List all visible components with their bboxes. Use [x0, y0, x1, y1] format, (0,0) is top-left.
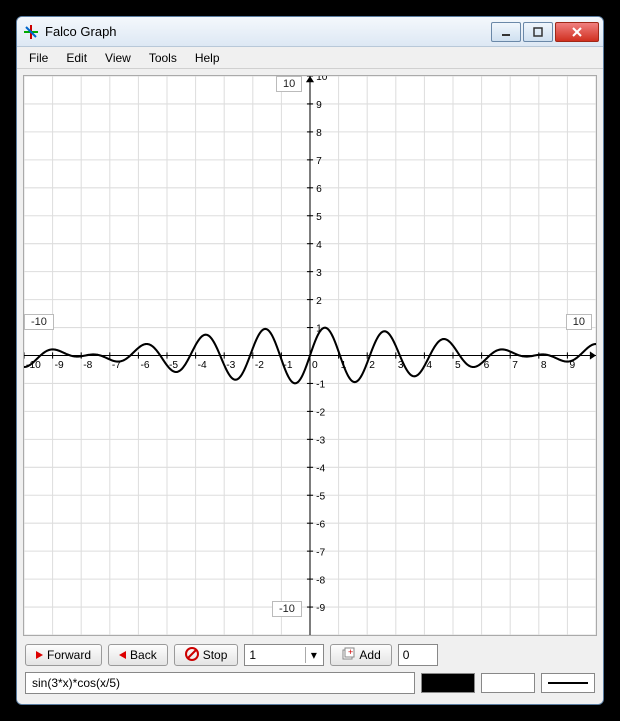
svg-text:-9: -9 [55, 360, 64, 371]
window-title: Falco Graph [45, 24, 489, 39]
arrow-left-icon [119, 651, 126, 659]
svg-text:-1: -1 [316, 380, 325, 391]
arrow-right-icon [36, 651, 43, 659]
menu-tools[interactable]: Tools [141, 49, 185, 67]
stop-icon [185, 647, 199, 664]
menu-file[interactable]: File [21, 49, 56, 67]
svg-text:-7: -7 [316, 547, 325, 558]
svg-text:-4: -4 [316, 463, 325, 474]
svg-text:9: 9 [316, 100, 322, 111]
svg-text:-3: -3 [226, 360, 235, 371]
y-max-box[interactable]: 10 [276, 76, 302, 92]
line-style-select[interactable] [541, 673, 595, 693]
svg-text:2: 2 [316, 296, 322, 307]
forward-button[interactable]: Forward [25, 644, 102, 666]
speed-select[interactable]: 1 ▾ [244, 644, 324, 666]
svg-text:2: 2 [369, 360, 375, 371]
window-buttons [489, 22, 599, 42]
svg-text:7: 7 [512, 360, 518, 371]
speed-value: 1 [249, 648, 256, 662]
titlebar[interactable]: Falco Graph [17, 17, 603, 47]
svg-text:0: 0 [312, 360, 318, 371]
line-color-swatch[interactable] [421, 673, 475, 693]
svg-text:-2: -2 [255, 360, 264, 371]
toolbar: Forward Back Stop 1 ▾ + Add [23, 640, 597, 670]
menu-edit[interactable]: Edit [58, 49, 95, 67]
formula-text: sin(3*x)*cos(x/5) [32, 676, 120, 690]
chevron-down-icon: ▾ [305, 647, 321, 663]
minimize-button[interactable] [491, 22, 521, 42]
stop-button[interactable]: Stop [174, 644, 239, 666]
svg-text:5: 5 [316, 212, 322, 223]
svg-text:8: 8 [541, 360, 547, 371]
y-min-box[interactable]: -10 [272, 601, 302, 617]
svg-text:3: 3 [316, 268, 322, 279]
svg-text:+: + [348, 647, 353, 657]
svg-text:-9: -9 [316, 603, 325, 614]
line-preview-icon [548, 682, 588, 684]
svg-text:-3: -3 [316, 435, 325, 446]
svg-text:7: 7 [316, 156, 322, 167]
bg-color-swatch[interactable] [481, 673, 535, 693]
back-label: Back [130, 648, 157, 662]
count-input[interactable]: 0 [398, 644, 438, 666]
graph-canvas[interactable]: -10-9-8-7-6-5-4-3-2-10123456789-9-8-7-6-… [23, 75, 597, 636]
svg-text:-6: -6 [140, 360, 149, 371]
app-icon [23, 24, 39, 40]
svg-text:10: 10 [316, 76, 328, 83]
svg-text:-2: -2 [316, 407, 325, 418]
maximize-button[interactable] [523, 22, 553, 42]
menubar: File Edit View Tools Help [17, 47, 603, 69]
back-button[interactable]: Back [108, 644, 168, 666]
client-area: -10-9-8-7-6-5-4-3-2-10123456789-9-8-7-6-… [17, 69, 603, 704]
bottombar: sin(3*x)*cos(x/5) [23, 670, 597, 698]
plot-svg: -10-9-8-7-6-5-4-3-2-10123456789-9-8-7-6-… [24, 76, 596, 635]
add-icon: + [341, 647, 355, 664]
forward-label: Forward [47, 648, 91, 662]
x-max-box[interactable]: 10 [566, 314, 592, 330]
app-window: Falco Graph File Edit View Tools Help -1… [16, 16, 604, 705]
formula-input[interactable]: sin(3*x)*cos(x/5) [25, 672, 415, 694]
x-min-box[interactable]: -10 [24, 314, 54, 330]
svg-text:-6: -6 [316, 519, 325, 530]
svg-text:5: 5 [455, 360, 461, 371]
add-button[interactable]: + Add [330, 644, 391, 666]
svg-text:-4: -4 [198, 360, 207, 371]
close-button[interactable] [555, 22, 599, 42]
menu-help[interactable]: Help [187, 49, 228, 67]
stop-label: Stop [203, 648, 228, 662]
menu-view[interactable]: View [97, 49, 139, 67]
svg-text:6: 6 [316, 184, 322, 195]
svg-text:8: 8 [316, 128, 322, 139]
svg-text:4: 4 [316, 240, 322, 251]
count-value: 0 [403, 648, 410, 662]
svg-text:-5: -5 [316, 491, 325, 502]
add-label: Add [359, 648, 380, 662]
svg-text:-8: -8 [316, 575, 325, 586]
svg-text:-8: -8 [83, 360, 92, 371]
